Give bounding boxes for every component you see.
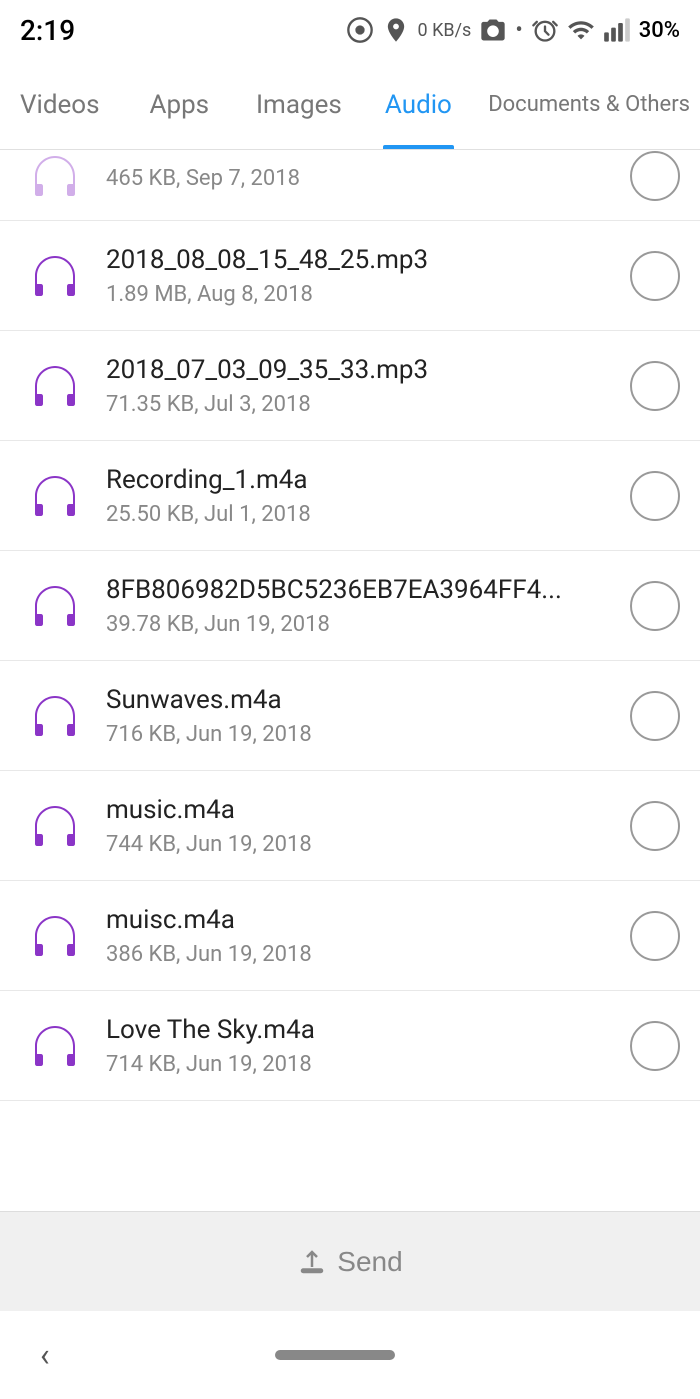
send-button[interactable]: Send [297,1246,402,1278]
checkbox-0[interactable] [630,251,680,301]
file-meta-2: 25.50 KB, Jul 1, 2018 [106,502,614,527]
wifi-icon [567,16,595,44]
tab-audio[interactable]: Audio [359,60,479,149]
file-meta-5: 744 KB, Jun 19, 2018 [106,832,614,857]
list-item[interactable]: 8FB806982D5BC5236EB7EA3964FF4... 39.78 K… [0,551,700,661]
list-item[interactable]: Sunwaves.m4a 716 KB, Jun 19, 2018 [0,661,700,771]
network-speed: 0 KB/s [418,20,472,41]
file-info-6: muisc.m4a 386 KB, Jun 19, 2018 [90,904,630,967]
list-item[interactable]: music.m4a 744 KB, Jun 19, 2018 [0,771,700,881]
file-name-1: 2018_07_03_09_35_33.mp3 [106,354,614,388]
audio-icon-4 [20,690,90,742]
list-item[interactable]: Recording_1.m4a 25.50 KB, Jul 1, 2018 [0,441,700,551]
file-info-7: Love The Sky.m4a 714 KB, Jun 19, 2018 [90,1014,630,1077]
file-meta-0: 1.89 MB, Aug 8, 2018 [106,282,614,307]
file-info-1: 2018_07_03_09_35_33.mp3 71.35 KB, Jul 3,… [90,354,630,417]
partial-file-meta: 465 KB, Sep 7, 2018 [106,166,614,191]
list-item[interactable]: 2018_08_08_15_48_25.mp3 1.89 MB, Aug 8, … [0,221,700,331]
audio-icon-0 [20,250,90,302]
send-icon [297,1247,327,1277]
file-name-4: Sunwaves.m4a [106,684,614,718]
checkbox-1[interactable] [630,361,680,411]
back-button[interactable]: ‹ [40,1336,50,1374]
file-info-2: Recording_1.m4a 25.50 KB, Jul 1, 2018 [90,464,630,527]
battery-percent: 30% [639,18,680,43]
file-name-6: muisc.m4a [106,904,614,938]
tab-bar: Videos Apps Images Audio Documents & Oth… [0,60,700,150]
dot-indicator: • [515,18,522,43]
list-item[interactable]: muisc.m4a 386 KB, Jun 19, 2018 [0,881,700,991]
tab-apps[interactable]: Apps [120,60,240,149]
camera-icon [479,16,507,44]
audio-icon-7 [20,1020,90,1072]
file-meta-6: 386 KB, Jun 19, 2018 [106,942,614,967]
checkbox-5[interactable] [630,801,680,851]
checkbox-4[interactable] [630,691,680,741]
list-item[interactable]: Love The Sky.m4a 714 KB, Jun 19, 2018 [0,991,700,1101]
send-label: Send [337,1246,402,1278]
home-indicator[interactable] [275,1350,395,1360]
checkbox-2[interactable] [630,471,680,521]
file-info-4: Sunwaves.m4a 716 KB, Jun 19, 2018 [90,684,630,747]
file-meta-7: 714 KB, Jun 19, 2018 [106,1052,614,1077]
audio-icon-partial [20,150,90,202]
chrome-icon [346,16,374,44]
audio-icon-1 [20,360,90,412]
audio-icon-3 [20,580,90,632]
file-name-5: music.m4a [106,794,614,828]
file-meta-1: 71.35 KB, Jul 3, 2018 [106,392,614,417]
file-info-0: 2018_08_08_15_48_25.mp3 1.89 MB, Aug 8, … [90,244,630,307]
status-bar: 2:19 0 KB/s • [0,0,700,60]
file-name-2: Recording_1.m4a [106,464,614,498]
tab-images[interactable]: Images [239,60,359,149]
checkbox-3[interactable] [630,581,680,631]
file-list: 465 KB, Sep 7, 2018 2018_08_08_15_48_25.… [0,150,700,1211]
list-item[interactable]: 2018_07_03_09_35_33.mp3 71.35 KB, Jul 3,… [0,331,700,441]
file-name-7: Love The Sky.m4a [106,1014,614,1048]
audio-icon-5 [20,800,90,852]
partial-file-info: 465 KB, Sep 7, 2018 [90,162,630,191]
file-info-5: music.m4a 744 KB, Jun 19, 2018 [90,794,630,857]
tab-videos[interactable]: Videos [0,60,120,149]
signal-icon [603,16,631,44]
file-info-3: 8FB806982D5BC5236EB7EA3964FF4... 39.78 K… [90,574,630,637]
file-meta-4: 716 KB, Jun 19, 2018 [106,722,614,747]
checkbox-7[interactable] [630,1021,680,1071]
audio-icon-2 [20,470,90,522]
status-time: 2:19 [20,14,75,47]
checkbox-6[interactable] [630,911,680,961]
send-bar: Send [0,1211,700,1311]
alarm-icon [531,16,559,44]
partial-checkbox[interactable] [630,151,680,201]
list-item-partial: 465 KB, Sep 7, 2018 [0,150,700,221]
file-meta-3: 39.78 KB, Jun 19, 2018 [106,612,614,637]
status-icons: 0 KB/s • 30% [346,16,680,44]
maps-icon [382,16,410,44]
bottom-nav: ‹ [0,1311,700,1399]
audio-icon-6 [20,910,90,962]
file-name-0: 2018_08_08_15_48_25.mp3 [106,244,614,278]
tab-documents[interactable]: Documents & Others [478,60,700,149]
file-name-3: 8FB806982D5BC5236EB7EA3964FF4... [106,574,614,608]
